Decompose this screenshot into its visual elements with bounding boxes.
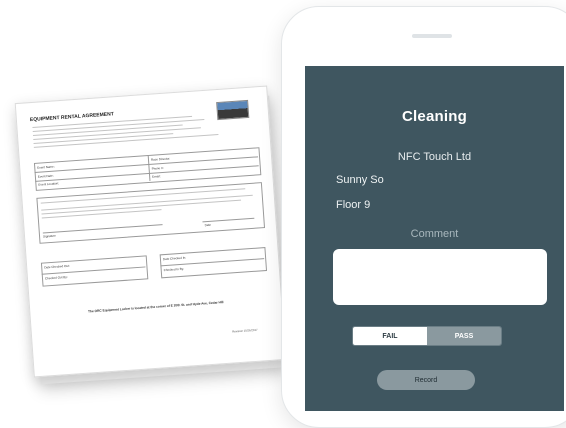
pass-option[interactable]: PASS [427,327,501,345]
comment-label: Comment [410,228,459,240]
pass-fail-toggle: FAIL PASS [352,326,502,346]
email-label: Email: [152,174,161,179]
phone-label: Phone #: [151,165,164,171]
fail-option[interactable]: FAIL [353,327,427,345]
screen-title: Cleaning [402,108,467,125]
document-footer: The ORC Equipment Locker is located at t… [87,300,224,314]
user-name: Sunny So [336,174,384,186]
record-button[interactable]: Record [377,370,475,390]
phone-speaker [412,34,452,38]
app-screen: Cleaning NFC Touch Ltd Sunny So Floor 9 … [305,66,564,411]
location-text: Floor 9 [336,199,371,211]
responsibility-box [36,182,266,244]
date-label: Date [204,222,212,228]
company-name: NFC Touch Ltd [397,151,472,163]
phone-frame: Cleaning NFC Touch Ltd Sunny So Floor 9 … [281,6,566,428]
revision-text: Revision 10/26/2017 [232,327,258,334]
rental-agreement-document: EQUIPMENT RENTAL AGREEMENT Event Name: R… [14,85,287,378]
logo-image [216,99,250,121]
comment-input[interactable] [333,249,547,305]
